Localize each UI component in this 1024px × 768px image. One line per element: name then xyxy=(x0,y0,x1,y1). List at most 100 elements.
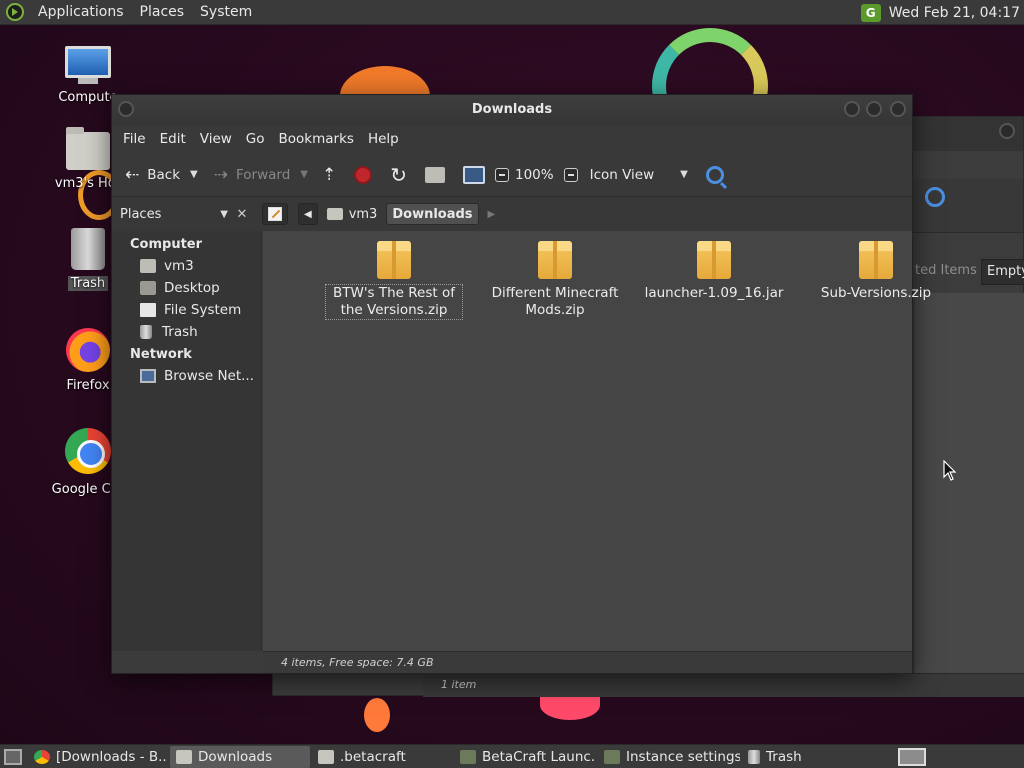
sidebar-item-browse-network[interactable]: Browse Net... xyxy=(112,365,261,387)
computer-icon xyxy=(463,165,485,184)
edit-location-button[interactable] xyxy=(262,203,288,225)
taskbar-item-label: Trash xyxy=(766,748,802,765)
search-icon xyxy=(705,165,724,184)
firefox-icon xyxy=(66,328,110,372)
file-item[interactable]: Sub-Versions.zip xyxy=(808,241,944,302)
taskbar-item[interactable]: .betacraft xyxy=(312,746,452,768)
sidebar-item-label: Trash xyxy=(162,324,198,340)
up-arrow-icon: ⇡ xyxy=(321,164,337,185)
home-folder-icon xyxy=(140,259,156,273)
menu-applications[interactable]: Applications xyxy=(30,0,132,25)
home-folder-icon xyxy=(66,127,110,170)
forward-button[interactable]: ⇢ Forward ▼ xyxy=(209,159,313,191)
zoom-level: 100% xyxy=(515,166,554,183)
taskbar-item-label: Instance settings xyxy=(626,748,740,765)
workspace-switcher[interactable] xyxy=(898,748,926,766)
menu-view[interactable]: View xyxy=(193,131,239,147)
folder-icon xyxy=(318,749,334,764)
menu-help[interactable]: Help xyxy=(361,131,406,147)
chrome-icon xyxy=(34,749,50,764)
forward-label: Forward xyxy=(235,166,291,183)
file-name: BTW's The Rest of the Versions.zip xyxy=(325,284,463,320)
menu-go[interactable]: Go xyxy=(239,131,272,147)
taskbar-item-label: Downloads xyxy=(198,748,273,765)
reload-button[interactable]: ↻ xyxy=(385,159,412,191)
menu-edit[interactable]: Edit xyxy=(153,131,193,147)
zoom-out-icon xyxy=(495,167,509,182)
sidebar-item-vm3[interactable]: vm3 xyxy=(112,255,261,277)
file-name: Sub-Versions.zip xyxy=(820,285,932,301)
network-icon xyxy=(140,369,156,383)
maximize-icon[interactable] xyxy=(866,101,882,117)
back-arrow-icon: ⇠ xyxy=(125,164,140,185)
chevron-down-icon[interactable]: ▼ xyxy=(190,169,198,180)
file-item[interactable]: BTW's The Rest of the Versions.zip xyxy=(325,241,463,320)
file-manager-window: Downloads File Edit View Go Bookmarks He… xyxy=(111,94,931,674)
menu-system[interactable]: System xyxy=(192,0,260,25)
sidebar-type-select[interactable]: Places ▼ xyxy=(116,203,232,225)
menubar: File Edit View Go Bookmarks Help xyxy=(112,125,912,153)
mouse-cursor-icon xyxy=(943,460,957,481)
chevron-down-icon[interactable]: ▼ xyxy=(680,169,688,180)
search-icon[interactable] xyxy=(925,187,945,207)
stop-button[interactable] xyxy=(349,159,377,191)
file-name: Different Minecraft Mods.zip xyxy=(491,285,619,318)
file-view[interactable]: BTW's The Rest of the Versions.zip Diffe… xyxy=(263,231,931,651)
up-button[interactable]: ⇡ xyxy=(317,159,341,191)
trash-icon xyxy=(71,228,105,270)
distro-logo-icon[interactable] xyxy=(6,3,24,21)
reload-icon: ↻ xyxy=(390,162,407,187)
search-button[interactable] xyxy=(693,159,729,191)
taskbar-item[interactable]: BetaCraft Launc... xyxy=(454,746,596,768)
window-title: Downloads xyxy=(471,102,553,117)
window-titlebar[interactable]: Downloads xyxy=(112,95,912,125)
window-menu-icon[interactable] xyxy=(118,101,134,117)
update-tray-icon[interactable]: G xyxy=(860,3,881,22)
chevron-down-icon[interactable]: ▼ xyxy=(300,169,308,180)
desktop-folder-icon xyxy=(140,281,156,295)
home-folder-icon xyxy=(326,208,343,220)
sidebar-item-trash[interactable]: Trash xyxy=(112,321,261,343)
app-icon xyxy=(460,749,476,764)
breadcrumb-vm3[interactable]: vm3 xyxy=(322,203,383,225)
places-sidebar: Computer vm3 Desktop File System Trash N… xyxy=(112,231,262,651)
taskbar-item[interactable]: Downloads xyxy=(170,745,310,768)
menu-places[interactable]: Places xyxy=(132,0,193,25)
computer-button[interactable] xyxy=(458,159,490,191)
sidebar-item-file-system[interactable]: File System xyxy=(112,299,261,321)
empty-trash-button[interactable]: Empty xyxy=(981,259,1024,285)
taskbar-item[interactable]: Trash xyxy=(742,746,822,768)
menu-file[interactable]: File xyxy=(116,131,153,147)
sidebar-item-desktop[interactable]: Desktop xyxy=(112,277,261,299)
taskbar-item[interactable]: [Downloads - B... xyxy=(28,746,168,768)
taskbar-item-label: BetaCraft Launc... xyxy=(482,748,596,765)
file-item[interactable]: launcher-1.09_16.jar xyxy=(639,241,789,302)
zoom-in-icon[interactable] xyxy=(563,167,578,182)
wallpaper-shape xyxy=(364,698,390,732)
taskbar-item[interactable]: Instance settings xyxy=(598,746,740,768)
places-label: Places xyxy=(120,206,162,222)
file-item[interactable]: Different Minecraft Mods.zip xyxy=(487,241,623,319)
home-button[interactable] xyxy=(420,159,450,191)
minimize-icon[interactable] xyxy=(844,101,860,117)
desktop-icon-label: Trash xyxy=(67,276,109,291)
view-mode-label: Icon View xyxy=(589,166,655,183)
breadcrumb-right-button[interactable]: ▶ xyxy=(483,203,501,225)
clock[interactable]: Wed Feb 21, 04:17 xyxy=(889,5,1020,21)
menu-bookmarks[interactable]: Bookmarks xyxy=(272,131,361,147)
zoom-out-button[interactable]: 100% xyxy=(490,159,559,191)
tray: G Wed Feb 21, 04:17 xyxy=(860,0,1020,25)
close-sidebar-icon[interactable]: ✕ xyxy=(232,207,252,222)
view-mode-select[interactable]: Icon View ▼ xyxy=(559,159,693,191)
close-icon[interactable] xyxy=(999,123,1015,139)
folder-icon xyxy=(176,749,192,764)
back-button[interactable]: ⇠ Back ▼ xyxy=(120,159,203,191)
close-icon[interactable] xyxy=(890,101,906,117)
edit-icon xyxy=(268,207,282,221)
zip-archive-icon xyxy=(859,241,893,279)
sidebar-item-label: Browse Net... xyxy=(164,368,255,384)
show-desktop-icon[interactable] xyxy=(4,748,22,765)
zip-archive-icon xyxy=(538,241,572,279)
breadcrumb-downloads[interactable]: Downloads xyxy=(386,203,479,225)
breadcrumb-left-button[interactable]: ◀ xyxy=(298,203,318,225)
